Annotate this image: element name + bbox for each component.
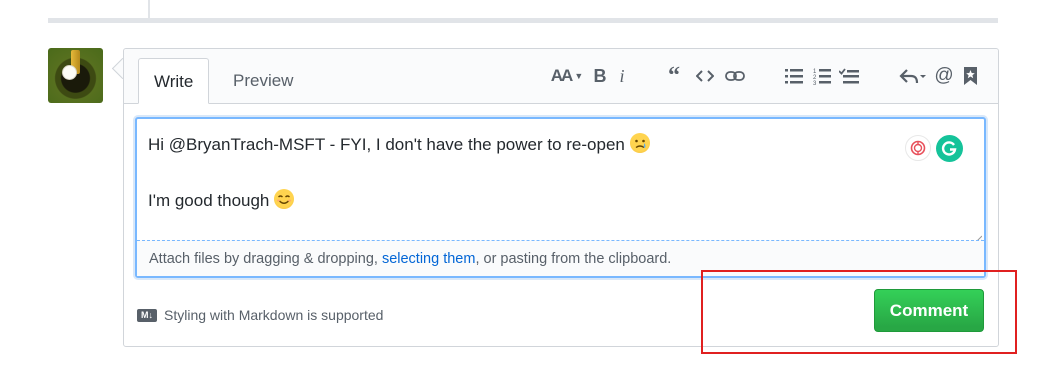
svg-text:3: 3 (813, 81, 817, 85)
comment-header: Write Preview AA ▼ B i “ 123 @ (124, 49, 998, 104)
numbered-list-icon[interactable]: 123 (812, 64, 832, 88)
timeline-line (148, 0, 150, 18)
tab-write[interactable]: Write (138, 58, 210, 104)
highlight-annotation (701, 270, 1017, 354)
timeline-divider (48, 18, 998, 23)
smiling-face-emoji-icon (274, 189, 295, 209)
task-list-icon[interactable] (838, 64, 860, 88)
mention-icon[interactable]: @ (934, 64, 954, 88)
text-size-icon[interactable]: AA ▼ (549, 64, 585, 88)
comment-line-2: I'm good though (148, 191, 275, 210)
bulleted-list-icon[interactable] (784, 64, 804, 88)
resize-handle-icon[interactable] (974, 230, 983, 244)
code-icon[interactable] (694, 64, 716, 88)
selecting-them-link[interactable]: selecting them (382, 251, 476, 267)
reply-icon[interactable] (898, 64, 928, 88)
grammar-extension-icon[interactable] (905, 135, 931, 161)
italic-icon[interactable]: i (616, 64, 628, 88)
comment-text[interactable]: Hi @BryanTrach-MSFT - FYI, I don't have … (148, 131, 908, 215)
markdown-note-text: Styling with Markdown is supported (164, 307, 384, 323)
bold-icon[interactable]: B (592, 64, 608, 88)
bookmark-icon[interactable] (962, 64, 978, 88)
link-icon[interactable] (724, 64, 746, 88)
comment-line-1: Hi @BryanTrach-MSFT - FYI, I don't have … (148, 135, 630, 154)
quote-icon[interactable]: “ (664, 64, 684, 88)
markdown-note[interactable]: M↓ Styling with Markdown is supported (137, 307, 383, 323)
grammarly-icon[interactable] (936, 135, 963, 162)
markdown-icon: M↓ (137, 308, 157, 322)
tab-preview[interactable]: Preview (218, 58, 308, 104)
avatar[interactable] (48, 48, 103, 103)
sad-face-emoji-icon (629, 133, 650, 153)
comment-textarea[interactable]: Hi @BryanTrach-MSFT - FYI, I don't have … (135, 117, 986, 278)
